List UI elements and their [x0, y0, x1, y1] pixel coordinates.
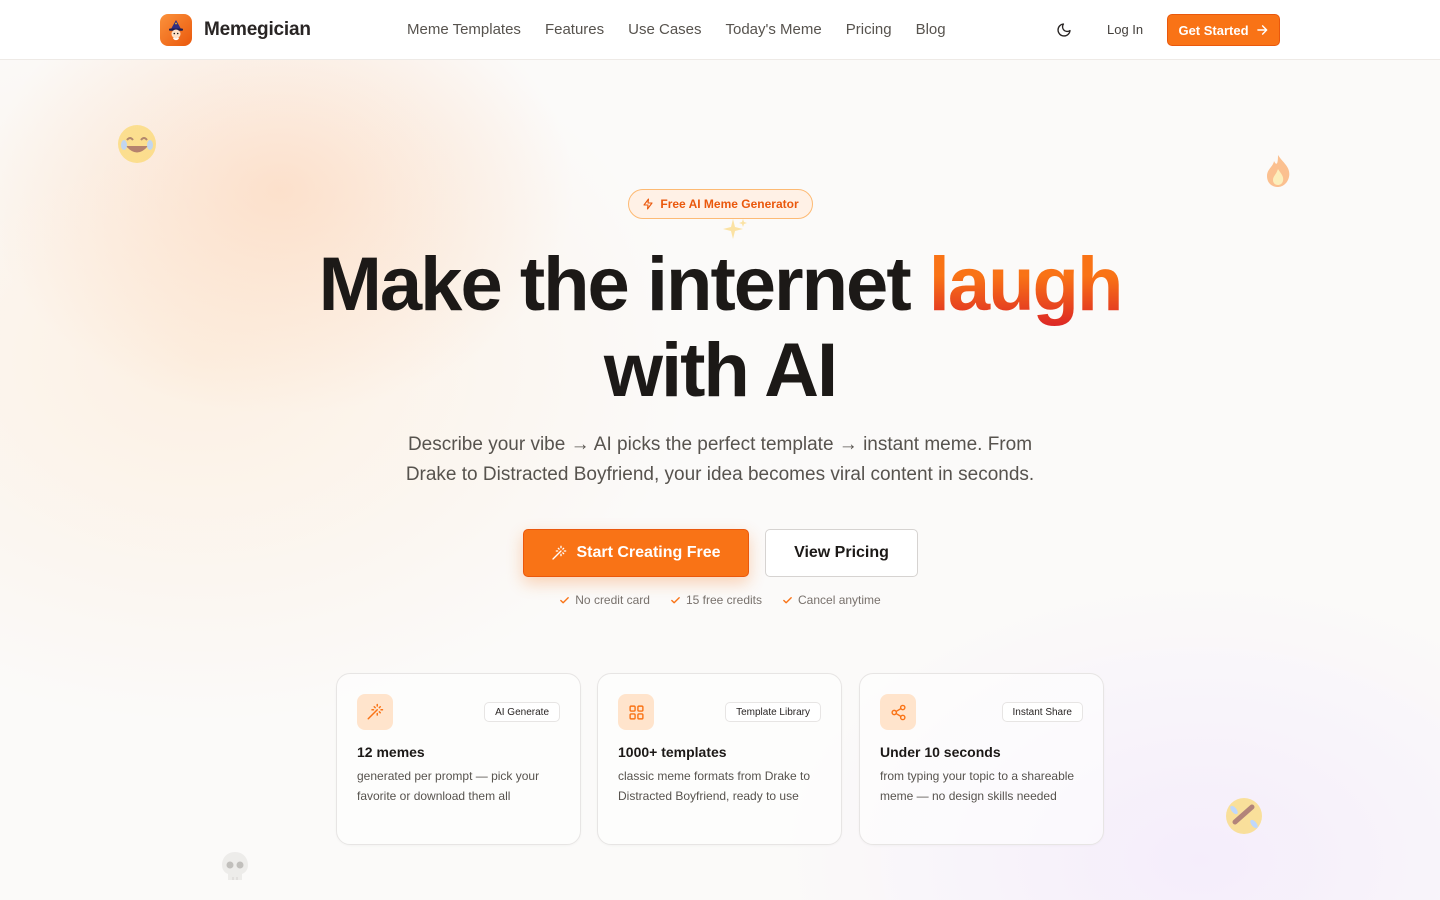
- headline-accent: laugh: [928, 242, 1124, 327]
- nav-item-meme-templates[interactable]: Meme Templates: [407, 20, 521, 40]
- check-icon: [560, 596, 570, 603]
- get-started-button[interactable]: Get Started: [1167, 14, 1280, 46]
- check-icon: [671, 596, 680, 603]
- card-description: classic meme formats from Drake to Distr…: [618, 769, 811, 803]
- feature-card-instant-share: Instant Share Under 10 seconds from typi…: [859, 673, 1104, 845]
- perk-label: No credit card: [575, 593, 650, 607]
- magic-wand-icon: [552, 545, 567, 560]
- nav-item-pricing[interactable]: Pricing: [846, 20, 892, 40]
- card-description: from typing your topic to a shareable me…: [880, 769, 1075, 803]
- card-tag: Template Library: [725, 702, 821, 722]
- nav-item-blog[interactable]: Blog: [916, 20, 946, 40]
- card-description: generated per prompt — pick your favorit…: [357, 769, 540, 803]
- view-pricing-label: View Pricing: [794, 544, 889, 561]
- hero-subtitle: Describe your vibe → AI picks the perfec…: [370, 430, 1070, 490]
- start-creating-label: Start Creating Free: [576, 544, 721, 561]
- hero-badge-label: Free AI Meme Generator: [660, 197, 799, 211]
- hero-badge: Free AI Meme Generator: [628, 189, 813, 219]
- card-tag: AI Generate: [484, 702, 560, 722]
- card-tag: Instant Share: [1001, 702, 1083, 722]
- hero-perks: No credit card 15 free credits Cancel an…: [0, 592, 1440, 608]
- view-pricing-button[interactable]: View Pricing: [765, 529, 918, 577]
- sparkles-emoji: [720, 216, 750, 244]
- rofl-emoji: [1224, 796, 1264, 836]
- perk-item: 15 free credits: [670, 592, 762, 608]
- perk-item: Cancel anytime: [782, 592, 881, 608]
- card-title: 1000+ templates: [618, 744, 727, 760]
- perk-item: No credit card: [559, 592, 650, 608]
- magic-wand-icon: [357, 694, 393, 730]
- card-title: 12 memes: [357, 744, 425, 760]
- nav-item-use-cases[interactable]: Use Cases: [628, 20, 701, 40]
- fire-emoji: [1262, 153, 1294, 189]
- card-title: Under 10 seconds: [880, 744, 1001, 760]
- start-creating-button[interactable]: Start Creating Free: [523, 529, 749, 577]
- subtitle-line1: Describe your vibe → AI picks the perfec…: [407, 434, 1033, 455]
- laughing-emoji: [116, 123, 158, 165]
- perk-label: 15 free credits: [685, 593, 763, 607]
- skull-emoji: [219, 849, 251, 885]
- site-header: Memegician Meme Templates Features Use C…: [0, 0, 1440, 60]
- perk-label: Cancel anytime: [798, 593, 881, 607]
- brand-logo[interactable]: Memegician: [160, 14, 311, 46]
- lightning-icon: [643, 198, 653, 210]
- headline-part1: Make the internet: [318, 242, 929, 327]
- feature-card-ai-generate: AI Generate 12 memes generated per promp…: [336, 673, 581, 845]
- get-started-label: Get Started: [1178, 22, 1249, 38]
- nav-item-todays-meme[interactable]: Today's Meme: [726, 20, 822, 40]
- feature-card-template-library: Template Library 1000+ templates classic…: [597, 673, 842, 845]
- hero-headline: Make the internet laugh with AI: [0, 242, 1440, 414]
- grid-icon: [618, 694, 654, 730]
- check-icon: [783, 596, 792, 603]
- share-icon: [880, 694, 916, 730]
- brand-name: Memegician: [204, 19, 311, 40]
- login-link[interactable]: Log In: [1107, 22, 1143, 38]
- subtitle-line2: Drake to Distracted Boyfriend, your idea…: [405, 464, 1035, 485]
- arrow-right-icon: [1256, 25, 1267, 35]
- wizard-icon: [160, 14, 192, 46]
- moon-icon: [1057, 23, 1071, 37]
- main-nav: Meme Templates Features Use Cases Today'…: [407, 20, 970, 40]
- headline-part2: with AI: [603, 328, 838, 413]
- theme-toggle-button[interactable]: [1052, 18, 1076, 42]
- nav-item-features[interactable]: Features: [545, 20, 604, 40]
